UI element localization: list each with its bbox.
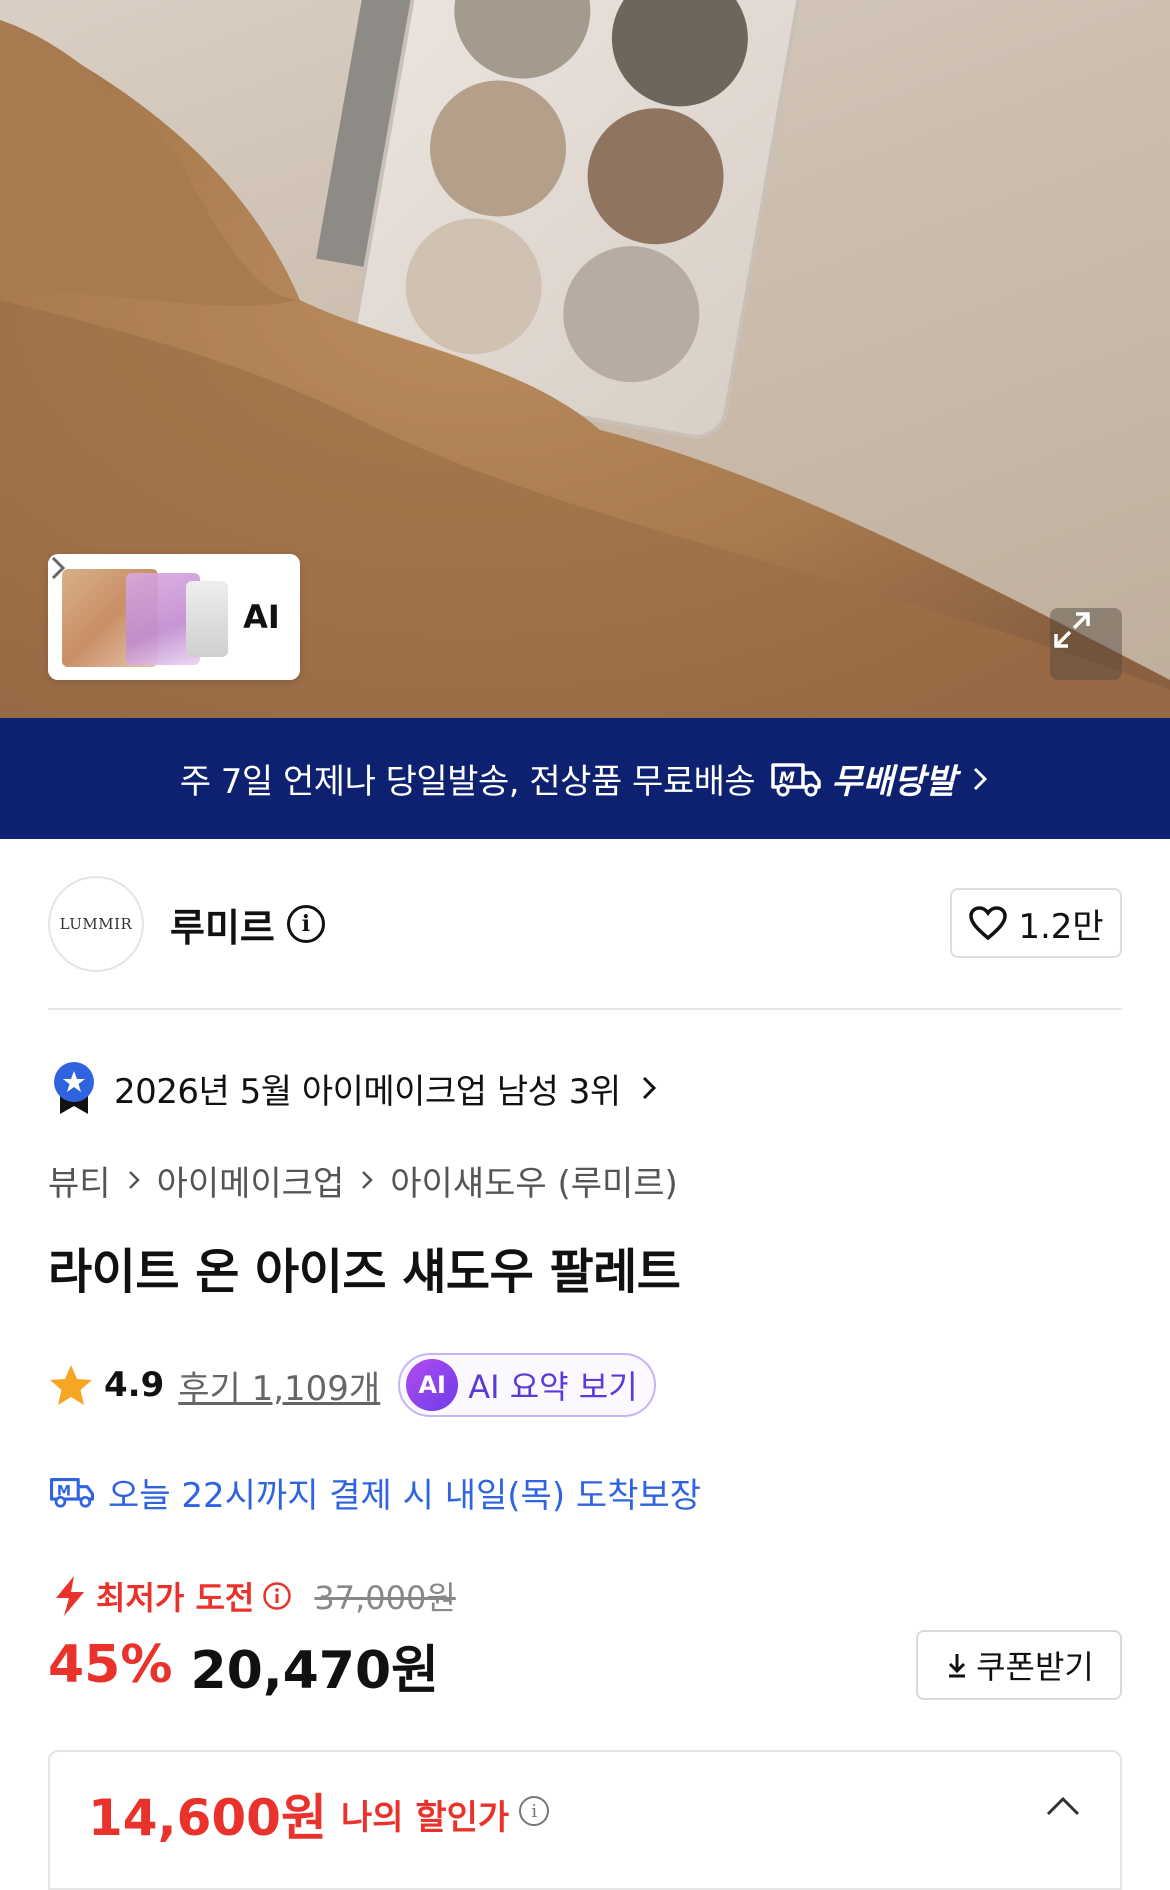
ai-summary-button[interactable]: AI AI 요약 보기: [398, 1353, 656, 1417]
star-icon: [50, 1365, 92, 1405]
promo-label: 최저가 도전: [96, 1579, 255, 1617]
chevron-right-icon: [642, 1076, 656, 1100]
breadcrumb-item[interactable]: 뷰티: [48, 1156, 111, 1205]
ai-image-recommendation-card[interactable]: AI: [48, 554, 300, 680]
info-icon[interactable]: i: [519, 1796, 550, 1826]
ranking-text: 2026년 5월 아이메이크업 남성 3위: [114, 1071, 621, 1112]
chevron-right-icon: [974, 767, 988, 790]
lightning-icon: [56, 1576, 84, 1616]
info-icon[interactable]: [262, 1581, 292, 1611]
ai-summary-label: AI 요약 보기: [468, 1368, 638, 1406]
delivery-truck-icon: M: [50, 1477, 94, 1508]
chevron-right-icon: [128, 1171, 140, 1189]
coupon-button-label: 쿠폰받기: [976, 1648, 1094, 1686]
related-product-thumbnails: [56, 563, 231, 671]
rating-row: 4.9 후기 1,109개 AI AI 요약 보기: [48, 1352, 656, 1418]
thumbnail-image: [186, 581, 228, 657]
banner-brand-label: 무배당발: [831, 762, 957, 802]
expand-image-button[interactable]: [1050, 608, 1122, 680]
chevron-right-icon: [51, 556, 66, 580]
ai-badge-icon: AI: [406, 1359, 459, 1411]
product-image[interactable]: AI: [0, 0, 1170, 718]
ranking-badge[interactable]: 2026년 5월 아이메이크업 남성 3위: [52, 1058, 659, 1118]
expand-icon: [1054, 612, 1090, 648]
price-row: 45% 20,470원: [48, 1630, 439, 1701]
svg-text:M: M: [57, 1484, 71, 1500]
my-price-label: 나의 할인가: [340, 1798, 510, 1838]
product-title: 라이트 온 아이즈 섀도우 팔레트: [48, 1244, 681, 1300]
delivery-banner[interactable]: 주 7일 언제나 당일발송, 전상품 무료배송 M 무배당발: [0, 718, 1170, 839]
ai-label: AI: [243, 598, 280, 636]
like-count: 1.2만: [1018, 906, 1104, 947]
divider: [48, 1008, 1122, 1010]
banner-text: 주 7일 언제나 당일발송, 전상품 무료배송: [179, 762, 756, 802]
chevron-right-icon: [362, 1171, 374, 1189]
like-button[interactable]: 1.2만: [950, 888, 1122, 958]
banner-brand: M 무배당발: [769, 754, 956, 803]
breadcrumb-item[interactable]: 아이메이크업: [157, 1156, 345, 1205]
my-discount-price: 14,600원: [88, 1789, 327, 1847]
discount-rate: 45%: [48, 1635, 173, 1695]
original-price: 37,000원: [314, 1579, 456, 1617]
ranking-medal-icon: [54, 1062, 94, 1114]
delivery-guarantee[interactable]: M 오늘 22시까지 결제 시 내일(목) 도착보장: [48, 1466, 701, 1518]
svg-text:M: M: [779, 768, 795, 787]
review-count-link[interactable]: 후기 1,109개: [178, 1361, 380, 1410]
breadcrumb: 뷰티 아이메이크업 아이섀도우 (루미르): [48, 1152, 678, 1208]
sale-price: 20,470원: [190, 1640, 439, 1701]
coupon-download-button[interactable]: 쿠폰받기: [916, 1630, 1122, 1700]
my-price-panel[interactable]: 14,600원 나의 할인가 i: [48, 1750, 1122, 1890]
delivery-text: 오늘 22시까지 결제 시 내일(목) 도착보장: [108, 1475, 702, 1516]
brand-name[interactable]: 루미르: [170, 897, 275, 952]
download-icon: [949, 1654, 966, 1678]
breadcrumb-item[interactable]: 아이섀도우 (루미르): [390, 1156, 678, 1205]
delivery-truck-icon: M: [771, 762, 821, 796]
info-icon[interactable]: i: [286, 905, 325, 943]
brand-logo: LUMMIR: [48, 876, 144, 972]
rating-score: 4.9: [104, 1365, 165, 1405]
chevron-up-icon[interactable]: [1044, 1794, 1082, 1818]
lowest-price-promo: 최저가 도전 37,000원: [52, 1570, 456, 1622]
heart-icon: [969, 906, 1008, 941]
